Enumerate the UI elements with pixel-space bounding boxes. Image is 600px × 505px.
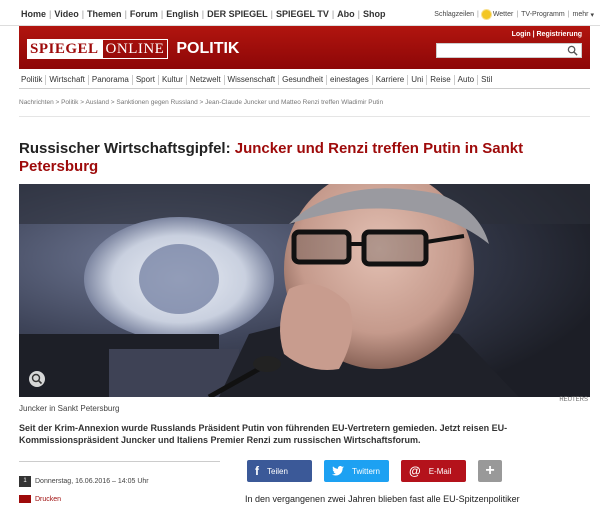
twitter-icon — [332, 466, 344, 476]
top-nav-home[interactable]: Home — [21, 9, 46, 19]
section-title[interactable]: POLITIK — [176, 40, 239, 58]
top-nav-shop[interactable]: Shop — [363, 9, 386, 19]
facebook-icon: f — [255, 464, 259, 478]
sec-nav-einestages[interactable]: einestages — [327, 75, 373, 85]
email-share-button[interactable]: @ E-Mail — [401, 460, 466, 482]
sec-nav-karriere[interactable]: Karriere — [373, 75, 409, 85]
top-nav-links: Home | Video | Themen | Forum | English | DER… — [21, 9, 386, 19]
top-nav-video[interactable]: Video — [54, 9, 78, 19]
sec-nav-politik[interactable]: Politik — [19, 75, 47, 85]
article-headline: Russischer Wirtschaftsgipfel: Juncker un… — [19, 140, 579, 176]
sec-nav-kultur[interactable]: Kultur — [159, 75, 187, 85]
top-nav-themen[interactable]: Themen — [87, 9, 122, 19]
image-credit: REUTERS — [559, 397, 588, 403]
headline-kicker: Russischer Wirtschaftsgipfel: — [19, 140, 231, 157]
section-navigation: Politik Wirtschaft Panorama Sport Kultur… — [19, 72, 590, 89]
breadcrumb[interactable]: Nachrichten > Politik > Ausland > Sankti… — [19, 99, 383, 106]
zoom-icon[interactable] — [29, 371, 45, 387]
top-nav-der-spiegel[interactable]: DER SPIEGEL — [207, 9, 268, 19]
weather-link[interactable]: Wetter — [493, 11, 514, 18]
more-share-button[interactable]: + — [478, 460, 502, 482]
search-input[interactable] — [436, 43, 582, 58]
twitter-share-label: Twittern — [352, 466, 381, 476]
article-lead: Seit der Krim-Annexion wurde Russlands P… — [19, 423, 508, 445]
top-navigation: Home | Video | Themen | Forum | English | DER… — [0, 0, 600, 26]
facebook-share-button[interactable]: f Teilen — [247, 460, 312, 482]
print-icon — [19, 495, 31, 503]
sec-nav-sport[interactable]: Sport — [133, 75, 159, 85]
article-date: 1 Donnerstag, 16.06.2016 – 14:05 Uhr — [19, 476, 149, 487]
top-nav-right: Schlagzeilen | Wetter | TV-Programm | mehr … — [434, 10, 594, 19]
comments-count-icon[interactable]: 1 — [19, 476, 31, 487]
sec-nav-reise[interactable]: Reise — [427, 75, 455, 85]
hero-image[interactable] — [19, 184, 590, 397]
more-link[interactable]: mehr — [573, 11, 589, 18]
date-text: Donnerstag, 16.06.2016 – 14:05 Uhr — [35, 478, 149, 485]
search-icon[interactable] — [567, 45, 578, 56]
site-header: SPIEGEL ONLINE POLITIK Login | Registrie… — [19, 26, 590, 69]
image-caption: Juncker in Sankt Petersburg — [19, 404, 120, 413]
sec-nav-gesundheit[interactable]: Gesundheit — [279, 75, 328, 85]
tv-program-link[interactable]: TV-Programm — [521, 11, 565, 18]
sec-nav-auto[interactable]: Auto — [455, 75, 479, 85]
facebook-share-label: Teilen — [267, 466, 288, 476]
sec-nav-netzwelt[interactable]: Netzwelt — [187, 75, 225, 85]
logo-online: ONLINE — [101, 38, 169, 59]
print-link[interactable]: Drucken — [19, 495, 61, 503]
chevron-down-icon[interactable]: ▾ — [590, 11, 594, 19]
top-nav-english[interactable]: English — [166, 9, 199, 19]
hero-photo — [19, 184, 590, 397]
print-label: Drucken — [35, 495, 62, 503]
sec-nav-uni[interactable]: Uni — [408, 75, 428, 85]
top-nav-forum[interactable]: Forum — [130, 9, 158, 19]
headlines-link[interactable]: Schlagzeilen — [434, 11, 474, 18]
weather-sun-icon — [481, 10, 491, 19]
email-at-icon: @ — [409, 464, 421, 478]
sec-nav-panorama[interactable]: Panorama — [89, 75, 133, 85]
top-nav-spiegel-tv[interactable]: SPIEGEL TV — [276, 9, 329, 19]
login-register-link[interactable]: Login | Registrierung — [512, 31, 582, 38]
top-nav-abo[interactable]: Abo — [337, 9, 355, 19]
email-share-label: E-Mail — [428, 466, 452, 476]
sec-nav-wissenschaft[interactable]: Wissenschaft — [225, 75, 280, 85]
sec-nav-stil[interactable]: Stil — [478, 75, 495, 85]
article-body-first-line: In den vergangenen zwei Jahren blieben f… — [245, 494, 520, 504]
logo-spiegel: SPIEGEL — [27, 38, 102, 59]
spiegel-online-logo[interactable]: SPIEGEL ONLINE POLITIK — [27, 38, 239, 59]
sec-nav-wirtschaft[interactable]: Wirtschaft — [46, 75, 89, 85]
twitter-share-button[interactable]: Twittern — [324, 460, 389, 482]
divider — [19, 116, 590, 117]
article-meta: 1 Donnerstag, 16.06.2016 – 14:05 Uhr Dru… — [19, 461, 220, 503]
